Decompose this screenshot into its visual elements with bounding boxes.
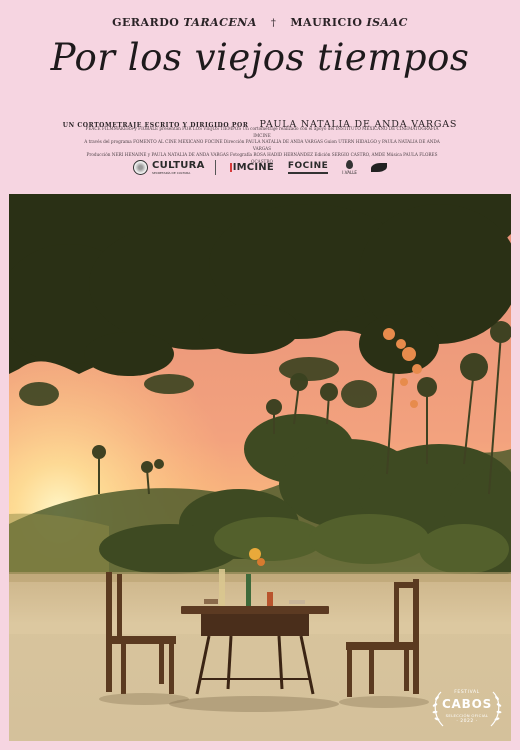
poster: GERARDO TARACENA † MAURICIO ISAAC Por lo…: [0, 0, 520, 750]
cast-separator: †: [270, 18, 277, 29]
festival-badge: FESTIVAL CABOS SELECCIÓN OFICIAL · 2022 …: [431, 686, 503, 732]
imcine-logo: IMCINE: [229, 162, 274, 173]
ivalle-logo: I.VALLE: [342, 160, 357, 175]
cultura-logo-text: CULTURA: [152, 159, 205, 171]
actor-2: MAURICIO ISAAC: [290, 16, 408, 29]
sponsor-logos: CULTURA SECRETARÍA DE CULTURA IMCINE FOC…: [0, 160, 520, 175]
fine-print-line: PEACE FILMMAKERS y FIOBALE presentan POR…: [85, 126, 439, 138]
badge-year: · 2022 ·: [456, 719, 478, 724]
sunset-scene: [9, 194, 511, 741]
film-title: Por los viejos tiempos: [50, 36, 470, 79]
fiobale-logo: [370, 163, 387, 172]
ivalle-logo-text: I.VALLE: [342, 170, 357, 175]
fine-print-line: A través del programa FOMENTO AL CINE ME…: [84, 139, 440, 151]
seal-icon: [133, 160, 149, 175]
imcine-mark-icon: [229, 163, 232, 172]
actor-2-last-name: ISAAC: [366, 16, 408, 29]
badge-selection-label: SELECCIÓN OFICIAL: [445, 713, 489, 718]
focine-logo-text: FOCINE: [287, 161, 329, 171]
badge-festival-name: CABOS: [441, 697, 493, 711]
focine-logo: FOCINE: [287, 161, 329, 174]
actor-1-first-name: GERARDO: [112, 16, 180, 29]
actor-1: GERARDO TARACENA: [112, 16, 261, 29]
leaf-icon: [370, 163, 387, 172]
imcine-logo-text: IMCINE: [232, 162, 274, 173]
drop-icon: [346, 160, 354, 169]
actor-1-last-name: TARACENA: [183, 16, 257, 29]
badge-festival-label: FESTIVAL: [454, 690, 480, 695]
actor-2-first-name: MAURICIO: [290, 16, 363, 29]
cultura-logo-subtext: SECRETARÍA DE CULTURA: [152, 170, 191, 175]
hero-photo: [9, 194, 511, 741]
cultura-logo: CULTURA SECRETARÍA DE CULTURA: [133, 160, 216, 175]
cast-line: GERARDO TARACENA † MAURICIO ISAAC: [0, 16, 520, 29]
